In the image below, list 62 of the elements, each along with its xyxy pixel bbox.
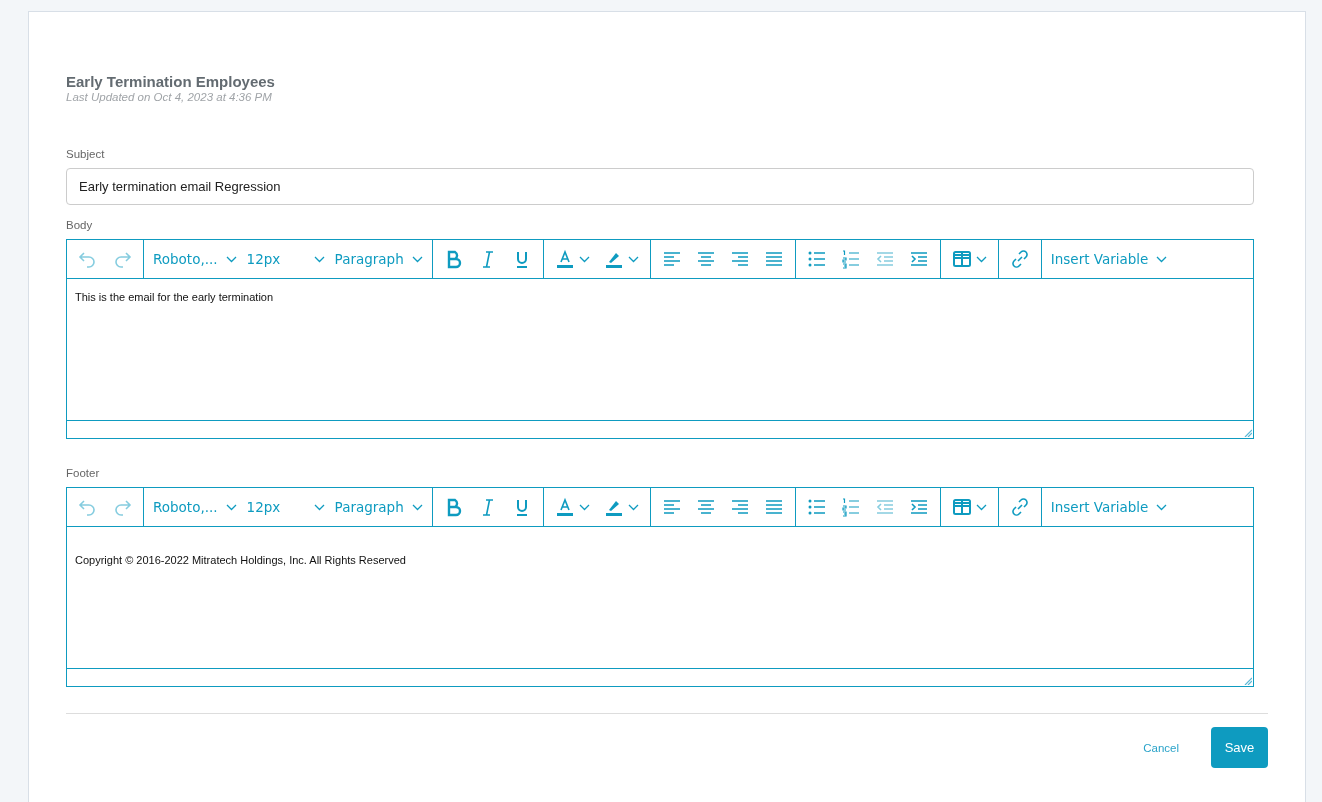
link-icon xyxy=(1009,249,1030,269)
outdent-icon xyxy=(874,497,895,517)
table-icon xyxy=(951,497,972,517)
rich-text-editor[interactable]: Roboto,... 12px Paragraph Insert Variable This is the email for the early termination xyxy=(66,239,1254,439)
chevron-down-icon xyxy=(313,255,325,263)
undo-icon xyxy=(78,497,98,517)
redo-icon xyxy=(112,497,132,517)
chevron-down-icon xyxy=(1156,255,1168,263)
chevron-down-icon xyxy=(1156,503,1168,511)
chevron-down-icon xyxy=(313,503,325,511)
dropdown[interactable]: 12px xyxy=(241,492,330,522)
justify-icon xyxy=(763,249,784,269)
dropdown[interactable]: Roboto,... xyxy=(148,492,242,522)
page-title: Early Termination Employees xyxy=(66,73,276,90)
link-icon xyxy=(1009,497,1030,517)
align-right-icon xyxy=(729,249,750,269)
chevron-down-icon xyxy=(627,503,639,511)
text-color-icon xyxy=(554,497,575,517)
dropdown[interactable]: Insert Variable xyxy=(1045,244,1173,274)
indent-icon xyxy=(908,497,929,517)
align-left-icon xyxy=(661,497,682,517)
align-center-icon xyxy=(695,497,716,517)
chevron-down-icon xyxy=(975,255,987,263)
editor-label: Footer xyxy=(66,467,101,479)
resize-handle-icon[interactable] xyxy=(1244,677,1252,685)
undo-icon xyxy=(78,249,98,269)
rich-text-editor[interactable]: Roboto,... 12px Paragraph Insert Variable Copyright © 2016-2022 Mitratech Holdings, Inc. All Rights Reserved xyxy=(66,487,1254,687)
chevron-down-icon xyxy=(975,503,987,511)
chevron-down-icon xyxy=(411,255,423,263)
chevron-down-icon xyxy=(627,255,639,263)
editor-text: Copyright © 2016-2022 Mitratech Holdings, Inc. All Rights Reserved xyxy=(75,554,406,566)
dropdown[interactable]: Paragraph xyxy=(329,244,428,274)
align-center-icon xyxy=(695,249,716,269)
outdent-icon xyxy=(874,249,895,269)
editor-label: Body xyxy=(66,219,94,231)
indent-icon xyxy=(908,249,929,269)
cancel-link[interactable]: Cancel xyxy=(1137,740,1185,755)
table-icon xyxy=(951,249,972,269)
bullet-list-icon xyxy=(806,497,827,517)
dropdown[interactable]: Paragraph xyxy=(329,492,428,522)
editor-text: This is the email for the early termination xyxy=(75,291,274,303)
chevron-down-icon xyxy=(411,503,423,511)
text-color-icon xyxy=(554,249,575,269)
align-right-icon xyxy=(729,497,750,517)
chevron-down-icon xyxy=(578,503,590,511)
chevron-down-icon xyxy=(578,255,590,263)
bullet-list-icon xyxy=(806,249,827,269)
redo-icon xyxy=(112,249,132,269)
subject-field[interactable]: Early termination email Regression xyxy=(66,168,1254,205)
dropdown[interactable]: Insert Variable xyxy=(1045,492,1173,522)
justify-icon xyxy=(763,497,784,517)
align-left-icon xyxy=(661,249,682,269)
resize-handle-icon[interactable] xyxy=(1244,429,1252,437)
chevron-down-icon xyxy=(225,503,237,511)
numbered-list-icon xyxy=(840,497,861,517)
chevron-down-icon xyxy=(225,255,237,263)
subject-label: Subject xyxy=(66,148,106,160)
save-button[interactable]: Save xyxy=(1211,727,1268,768)
last-updated-text: Last Updated on Oct 4, 2023 at 4:36 PM xyxy=(66,91,273,103)
dropdown[interactable]: Roboto,... xyxy=(148,244,242,274)
numbered-list-icon xyxy=(840,249,861,269)
dropdown[interactable]: 12px xyxy=(241,244,330,274)
